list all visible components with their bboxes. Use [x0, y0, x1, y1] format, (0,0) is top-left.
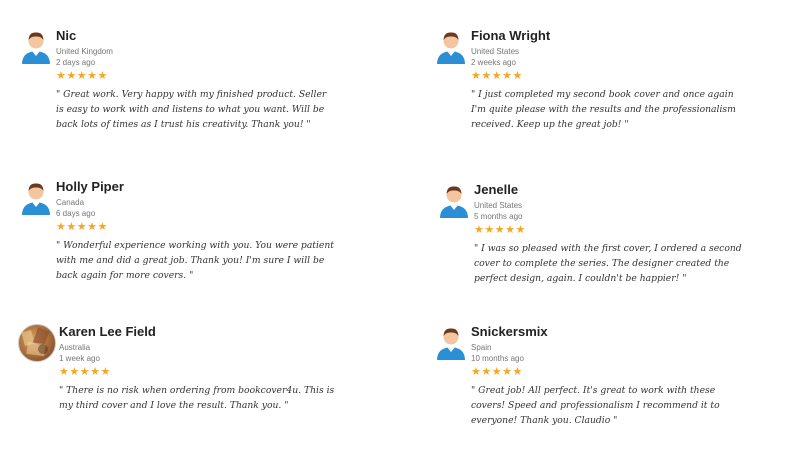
reviewer-name: Jenelle [474, 182, 519, 197]
star-rating: ★★★★★ [474, 224, 526, 236]
reviewer-name: Karen Lee Field [59, 324, 156, 339]
review-time: 6 days ago [56, 209, 96, 218]
reviewer-name: Nic [56, 28, 77, 43]
reviewer-info: Snickersmix Spain 10 months ago ★★★★★ [471, 324, 548, 378]
user-avatar-icon [433, 324, 469, 360]
reviewer-country: United States [471, 47, 520, 56]
review-time: 2 weeks ago [471, 58, 516, 67]
reviewer-country: Spain [471, 343, 492, 352]
star-rating: ★★★★★ [59, 366, 111, 378]
user-avatar-icon [18, 179, 54, 215]
reviewer-name: Fiona Wright [471, 28, 551, 43]
reviewer-country: Canada [56, 198, 85, 207]
review-text: " There is no risk when ordering from bo… [59, 385, 335, 411]
review-text: " Wonderful experience working with you.… [56, 240, 334, 281]
user-avatar-icon [436, 182, 472, 218]
review-time: 5 months ago [474, 212, 523, 221]
reviewer-info: Holly Piper Canada 6 days ago ★★★★★ [56, 179, 124, 233]
review-text: " Great job! All perfect. It's great to … [471, 385, 720, 426]
review-time: 2 days ago [56, 58, 96, 67]
star-rating: ★★★★★ [471, 366, 523, 378]
user-avatar-icon [18, 28, 54, 64]
reviewer-name: Holly Piper [56, 179, 124, 194]
review-time: 10 months ago [471, 354, 524, 363]
reviewer-country: United Kingdom [56, 47, 113, 56]
review-text: " Great work. Very happy with my finishe… [56, 89, 327, 130]
reviewer-info: Fiona Wright United States 2 weeks ago ★… [471, 28, 550, 82]
review-text: " I was so pleased with the first cover,… [474, 243, 742, 284]
reviewer-info: Jenelle United States 5 months ago ★★★★★ [474, 182, 526, 236]
reviewer-info: Nic United Kingdom 2 days ago ★★★★★ [56, 28, 113, 82]
review-time: 1 week ago [59, 354, 100, 363]
reviewer-info: Karen Lee Field Australia 1 week ago ★★★… [59, 324, 156, 378]
star-rating: ★★★★★ [471, 70, 523, 82]
user-avatar-icon [433, 28, 469, 64]
star-rating: ★★★★★ [56, 221, 108, 233]
star-rating: ★★★★★ [56, 70, 108, 82]
photo-avatar [18, 324, 56, 362]
reviewer-name: Snickersmix [471, 324, 548, 339]
review-text: " I just completed my second book cover … [471, 89, 736, 130]
reviewer-country: Australia [59, 343, 91, 352]
reviewer-country: United States [474, 201, 523, 210]
